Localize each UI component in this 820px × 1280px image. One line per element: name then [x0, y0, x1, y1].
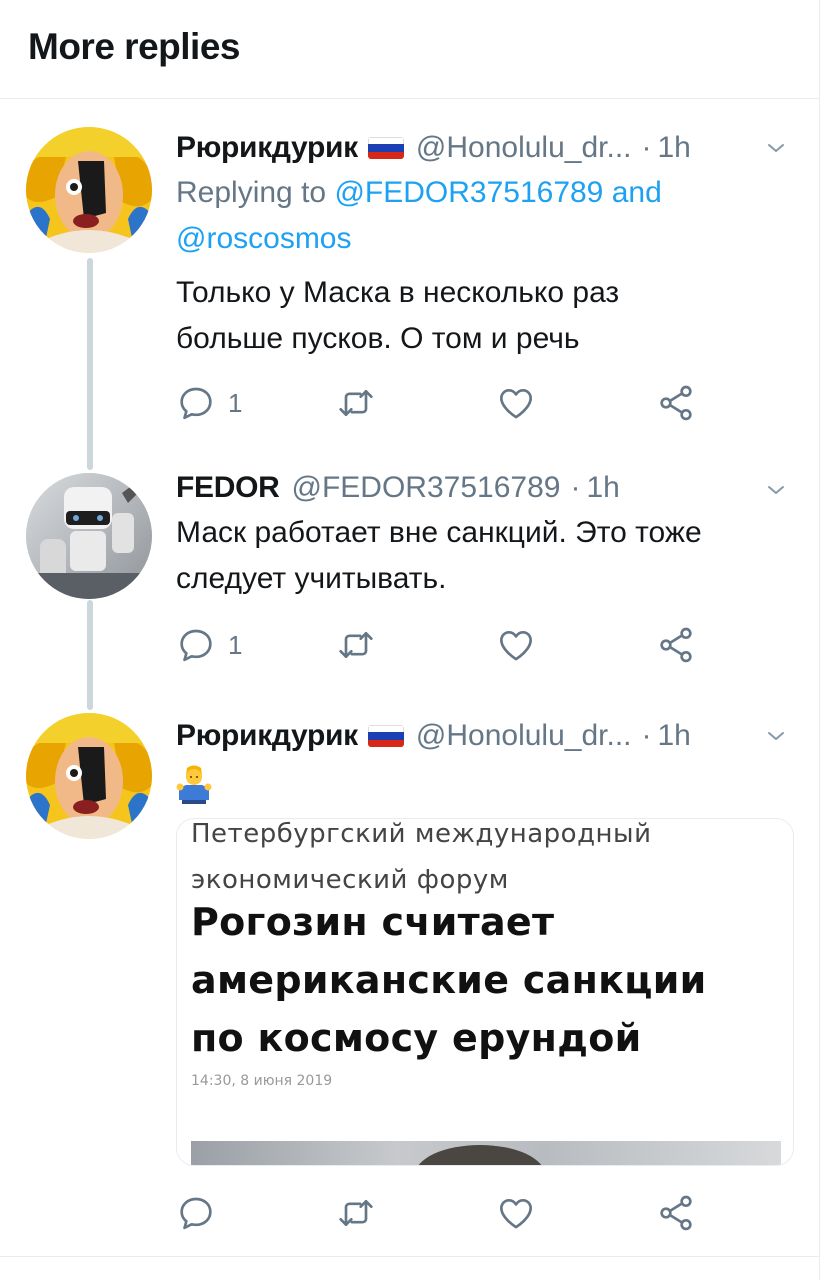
- russia-flag-icon: [367, 725, 404, 747]
- user-handle[interactable]: @FEDOR37516789: [292, 471, 561, 505]
- reply-count: 1: [228, 387, 243, 418]
- retweet-button[interactable]: [336, 381, 376, 425]
- tweet-text-line: следует учитывать.: [176, 562, 447, 595]
- card-category-line: экономический форум: [191, 865, 509, 895]
- tweet-actions: 1: [176, 623, 716, 667]
- tweet-text-line: больше пусков. О том и речь: [176, 322, 580, 355]
- replying-to-label: Replying to: [176, 176, 335, 209]
- tweet-text-line: Маск работает вне санкций. Это тоже: [176, 516, 702, 549]
- tweet-text-line: Только у Маска в несколько раз: [176, 276, 620, 309]
- user-handle[interactable]: @Honolulu_dr...: [416, 719, 632, 753]
- reply-icon: [176, 625, 216, 665]
- avatar[interactable]: [26, 713, 152, 839]
- share-button[interactable]: [656, 381, 696, 425]
- share-button[interactable]: [656, 623, 696, 667]
- link-preview-card[interactable]: Петербургский международный экономически…: [176, 818, 794, 1166]
- tweet-header: Рюрикдурик @Honolulu_dr... · 1h: [176, 716, 806, 756]
- retweet-icon: [336, 625, 376, 665]
- chevron-down-icon[interactable]: [764, 478, 788, 502]
- heart-icon: [496, 383, 536, 423]
- card-headline-line: американские санкции: [191, 958, 707, 1002]
- chevron-down-icon[interactable]: [764, 724, 788, 748]
- tweet-text: Маск работает вне санкций. Это тоже след…: [176, 510, 796, 602]
- timestamp[interactable]: 1h: [586, 471, 619, 505]
- like-button[interactable]: [496, 623, 536, 667]
- share-icon: [656, 625, 696, 665]
- page-header: More replies: [0, 0, 820, 99]
- card-headline-line: Рогозин считает: [191, 900, 555, 944]
- divider: [0, 1256, 820, 1257]
- card-category-line: Петербургский международный: [191, 819, 652, 849]
- avatar[interactable]: [26, 473, 152, 599]
- heart-icon: [496, 1193, 536, 1233]
- chevron-down-icon[interactable]: [764, 136, 788, 160]
- share-icon: [656, 1193, 696, 1233]
- replying-to: Replying to @FEDOR37516789 and @roscosmo…: [176, 170, 776, 262]
- like-button[interactable]: [496, 1191, 536, 1235]
- tweet-header: FEDOR @FEDOR37516789 · 1h: [176, 468, 806, 508]
- thread-line: [87, 258, 93, 470]
- card-category: Петербургский международный экономически…: [191, 819, 751, 903]
- reply-button[interactable]: 1: [176, 623, 242, 667]
- retweet-icon: [336, 1193, 376, 1233]
- reply-icon: [176, 383, 216, 423]
- tweet-header: Рюрикдурик @Honolulu_dr... · 1h: [176, 128, 806, 168]
- display-name[interactable]: FEDOR: [176, 471, 280, 505]
- like-button[interactable]: [496, 381, 536, 425]
- timestamp[interactable]: 1h: [658, 719, 691, 753]
- separator-dot: ·: [641, 131, 652, 164]
- user-handle[interactable]: @Honolulu_dr...: [416, 131, 632, 165]
- tweet-actions: 1: [176, 381, 716, 425]
- russia-flag-icon: [367, 137, 404, 159]
- card-headline-line: по космосу ерундой: [191, 1016, 642, 1060]
- thread-line: [87, 600, 93, 710]
- mention-link[interactable]: @roscosmos: [176, 222, 352, 255]
- reply-button[interactable]: [176, 1191, 216, 1235]
- tweet-actions: [176, 1191, 716, 1235]
- avatar[interactable]: [26, 127, 152, 253]
- heart-icon: [496, 625, 536, 665]
- share-icon: [656, 383, 696, 423]
- separator-dot: ·: [570, 471, 581, 504]
- card-date: 14:30, 8 июня 2019: [191, 1073, 333, 1089]
- card-headline: Рогозин считает американские санкции по …: [191, 893, 781, 1067]
- display-name[interactable]: Рюрикдурик: [176, 131, 358, 165]
- reply-count: 1: [228, 629, 243, 660]
- separator-dot: ·: [641, 719, 652, 752]
- reply-button[interactable]: 1: [176, 381, 242, 425]
- replying-to-and[interactable]: and: [603, 176, 662, 209]
- mention-link[interactable]: @FEDOR37516789: [334, 176, 603, 209]
- display-name[interactable]: Рюрикдурик: [176, 719, 358, 753]
- page-title: More replies: [28, 26, 240, 67]
- tweet-text: Только у Маска в несколько раз больше пу…: [176, 270, 796, 362]
- reply-icon: [176, 1193, 216, 1233]
- retweet-button[interactable]: [336, 623, 376, 667]
- man-shrugging-icon: [176, 765, 212, 804]
- share-button[interactable]: [656, 1191, 696, 1235]
- timestamp[interactable]: 1h: [658, 131, 691, 165]
- retweet-icon: [336, 383, 376, 423]
- retweet-button[interactable]: [336, 1191, 376, 1235]
